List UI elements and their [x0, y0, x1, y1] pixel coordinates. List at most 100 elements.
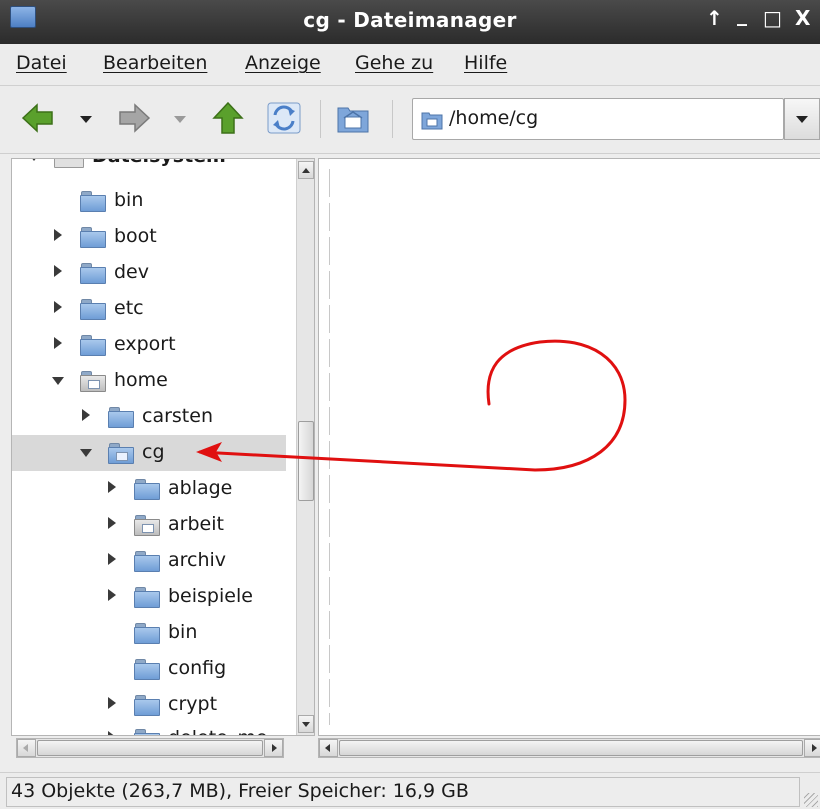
forward-arrow-icon[interactable]: [116, 100, 152, 136]
folder-icon: [134, 586, 160, 608]
arrow-left-icon: [325, 744, 330, 752]
arrow-down-icon: [302, 722, 310, 727]
menu-bar: Datei Bearbeiten Anzeige Gehe zu Hilfe: [0, 44, 820, 86]
expander-open-icon[interactable]: [80, 449, 92, 457]
forward-history-dropdown-icon[interactable]: [174, 116, 186, 123]
tree-label: crypt: [168, 693, 218, 715]
window-minimize-button[interactable]: _: [737, 2, 747, 26]
scroll-right-button[interactable]: [804, 739, 820, 757]
tree-label: dev: [114, 261, 149, 283]
tree-item-cg[interactable]: cg: [12, 435, 286, 471]
tree-label: home: [114, 369, 168, 391]
tree-label: ablage: [168, 477, 233, 499]
tree-item-arbeit[interactable]: arbeit: [12, 507, 286, 543]
menu-hilfe[interactable]: Hilfe: [464, 52, 507, 74]
tree-item-bin-sub[interactable]: bin: [12, 615, 286, 651]
status-text: 43 Objekte (263,7 MB), Freier Speicher: …: [6, 777, 800, 807]
folder-icon: [134, 658, 160, 680]
expander-closed-icon[interactable]: [108, 517, 116, 529]
file-view[interactable]: [318, 158, 820, 736]
title-bar: cg - Dateimanager ↑ _ □ X: [0, 0, 820, 44]
expander-closed-icon[interactable]: [108, 697, 116, 709]
scroll-thumb[interactable]: [298, 421, 314, 501]
expander-closed-icon[interactable]: [54, 301, 62, 313]
menu-datei[interactable]: Datei: [16, 52, 67, 74]
expander-closed-icon[interactable]: [54, 229, 62, 241]
scroll-thumb[interactable]: [339, 740, 803, 756]
home-folder-icon: [421, 112, 443, 130]
resize-grip-icon[interactable]: [804, 793, 818, 807]
tree-item-crypt[interactable]: crypt: [12, 687, 286, 723]
tree-label: boot: [114, 225, 157, 247]
tree-item-home[interactable]: home: [12, 363, 286, 399]
folder-icon: [108, 406, 134, 428]
tree-label: export: [114, 333, 176, 355]
scroll-thumb[interactable]: [37, 740, 263, 756]
location-dropdown-button[interactable]: [784, 98, 820, 140]
tree-vertical-scrollbar[interactable]: [296, 159, 314, 735]
tree-label: arbeit: [168, 513, 224, 535]
expander-open-icon[interactable]: [52, 377, 64, 385]
tree-item-bin[interactable]: bin: [12, 183, 286, 219]
folder-icon: [80, 190, 106, 212]
tree-horizontal-scrollbar[interactable]: [16, 738, 284, 758]
back-history-dropdown-icon[interactable]: [80, 116, 92, 123]
tree-item-delete-me[interactable]: delete_me: [12, 721, 286, 735]
tree-label: bin: [114, 189, 144, 211]
chevron-down-icon: [796, 116, 808, 123]
tree-item-carsten[interactable]: carsten: [12, 399, 286, 435]
reload-icon[interactable]: [266, 100, 302, 136]
window-close-button[interactable]: X: [795, 6, 810, 30]
expander-open-icon[interactable]: [28, 159, 40, 161]
menu-anzeige[interactable]: Anzeige: [245, 52, 321, 74]
scroll-down-button[interactable]: [298, 715, 314, 733]
drive-icon: [54, 159, 84, 168]
scroll-left-button[interactable]: [319, 739, 338, 757]
expander-closed-icon[interactable]: [108, 589, 116, 601]
arrow-up-icon: [302, 168, 310, 173]
location-field[interactable]: /home/cg: [412, 98, 784, 140]
tree-item-archiv[interactable]: archiv: [12, 543, 286, 579]
arrow-right-icon: [812, 744, 817, 752]
location-path: /home/cg: [449, 107, 539, 129]
home-folder-icon: [80, 370, 106, 392]
folder-icon: [80, 298, 106, 320]
expander-closed-icon[interactable]: [54, 265, 62, 277]
tree-item-boot[interactable]: boot: [12, 219, 286, 255]
up-arrow-icon[interactable]: [210, 100, 246, 136]
folder-icon: [80, 262, 106, 284]
tree-label: bin: [168, 621, 198, 643]
folder-icon: [134, 622, 160, 644]
folder-icon: [134, 478, 160, 500]
tree-item-dateisystem[interactable]: Dateisystem: [12, 159, 286, 175]
menu-bearbeiten[interactable]: Bearbeiten: [103, 52, 207, 74]
scroll-left-button[interactable]: [17, 739, 36, 757]
arrow-right-icon: [272, 744, 277, 752]
home-folder-icon: [108, 442, 134, 464]
expander-closed-icon[interactable]: [54, 337, 62, 349]
file-horizontal-scrollbar[interactable]: [318, 738, 820, 758]
scroll-right-button[interactable]: [264, 739, 283, 757]
expander-closed-icon[interactable]: [82, 409, 90, 421]
menu-gehe-zu[interactable]: Gehe zu: [355, 52, 433, 74]
toolbar-separator: [392, 100, 393, 138]
tree-item-config[interactable]: config: [12, 651, 286, 687]
tree-item-dev[interactable]: dev: [12, 255, 286, 291]
scroll-up-button[interactable]: [298, 161, 314, 179]
tree-item-ablage[interactable]: ablage: [12, 471, 286, 507]
tree-item-export[interactable]: export: [12, 327, 286, 363]
tree-item-etc[interactable]: etc: [12, 291, 286, 327]
folder-icon: [80, 334, 106, 356]
tree-label: beispiele: [168, 585, 253, 607]
window-up-button[interactable]: ↑: [706, 6, 723, 30]
expander-closed-icon[interactable]: [108, 553, 116, 565]
expander-closed-icon[interactable]: [108, 481, 116, 493]
window-maximize-button[interactable]: □: [763, 6, 782, 30]
folder-icon: [134, 694, 160, 716]
home-folder-icon[interactable]: [336, 102, 370, 134]
folder-icon: [134, 728, 160, 735]
expander-closed-icon[interactable]: [108, 731, 116, 735]
back-arrow-icon[interactable]: [20, 100, 56, 136]
directory-tree[interactable]: Dateisystem bin boot dev etc export home…: [11, 158, 315, 736]
tree-item-beispiele[interactable]: beispiele: [12, 579, 286, 615]
